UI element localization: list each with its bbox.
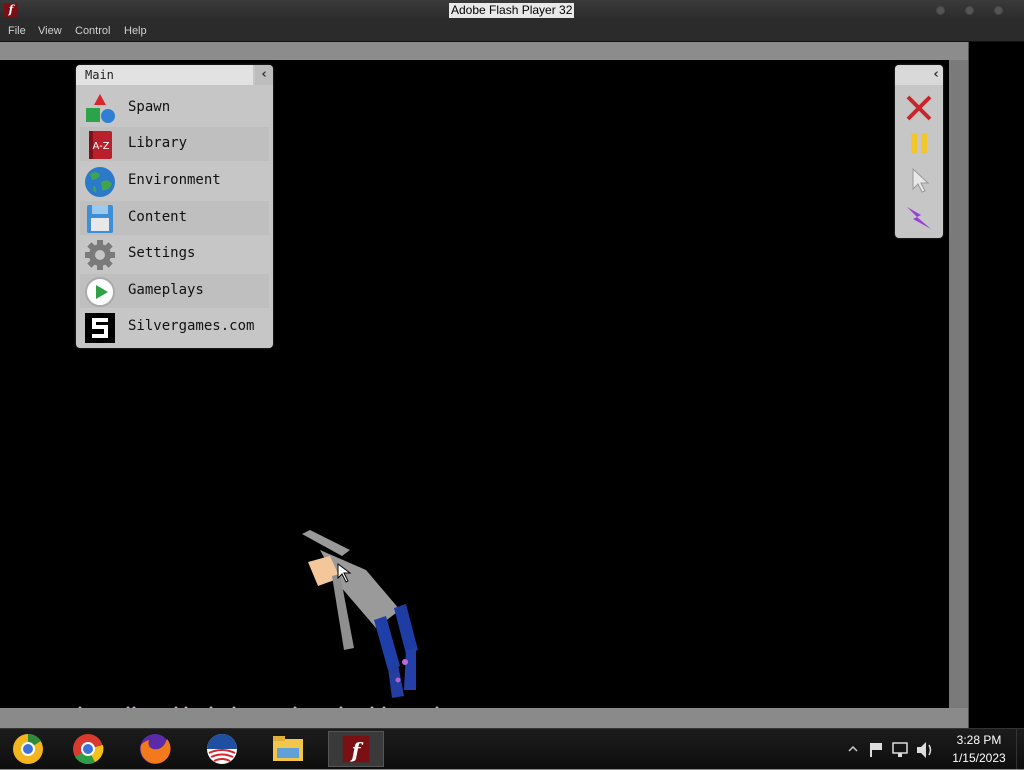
chevron-up-icon bbox=[848, 745, 858, 752]
ragdoll-figure[interactable] bbox=[280, 520, 440, 708]
chrome-canary-icon[interactable] bbox=[6, 731, 50, 767]
silvergames-logo-icon bbox=[85, 313, 115, 343]
clock-time[interactable]: 3:28 PM bbox=[948, 733, 1010, 747]
cursor-icon[interactable] bbox=[903, 165, 935, 197]
chrome-icon[interactable] bbox=[66, 731, 110, 767]
flash-app-icon: f bbox=[4, 3, 18, 17]
maximize-button[interactable] bbox=[965, 6, 974, 15]
lightning-icon[interactable] bbox=[903, 201, 935, 233]
play-icon bbox=[85, 277, 115, 307]
menu-item-silvergames[interactable]: Silvergames.com bbox=[80, 310, 269, 344]
gear-icon bbox=[85, 240, 115, 270]
tools-panel: ‹ bbox=[895, 65, 943, 238]
menu-item-label: Silvergames.com bbox=[128, 318, 255, 334]
chevron-left-icon[interactable]: ‹ bbox=[255, 65, 273, 85]
clock-date[interactable]: 1/15/2023 bbox=[948, 751, 1010, 765]
menu-item-gameplays[interactable]: Gameplays bbox=[80, 274, 269, 308]
menu-control[interactable]: Control bbox=[75, 25, 110, 37]
panel-title: Main bbox=[85, 68, 114, 82]
pause-icon[interactable] bbox=[903, 128, 935, 160]
menu-file[interactable]: File bbox=[8, 25, 26, 37]
title-bar[interactable]: f Adobe Flash Player 32 bbox=[0, 0, 1024, 22]
menu-item-label: Spawn bbox=[128, 99, 171, 115]
book-a-z-icon: A-Z bbox=[89, 131, 112, 159]
flash-player-taskbar-button[interactable]: f bbox=[328, 731, 384, 767]
menu-item-label: Library bbox=[128, 135, 188, 151]
close-icon[interactable] bbox=[903, 92, 935, 124]
chevron-left-icon[interactable]: ‹ bbox=[929, 65, 943, 85]
firefox-icon[interactable] bbox=[133, 731, 177, 767]
network-icon bbox=[892, 742, 908, 757]
ground-particles bbox=[78, 706, 439, 708]
floppy-disk-icon bbox=[87, 205, 113, 233]
menu-item-environment[interactable]: Environment bbox=[80, 164, 269, 198]
volume-icon bbox=[917, 742, 932, 758]
stage-border-right bbox=[949, 60, 968, 708]
flag-icon bbox=[870, 743, 882, 757]
menu-item-spawn[interactable]: Spawn bbox=[80, 91, 269, 125]
svg-text:A-Z: A-Z bbox=[92, 141, 109, 152]
menu-item-content[interactable]: Content bbox=[80, 201, 269, 235]
shapes-icon bbox=[86, 94, 115, 123]
obama-icon[interactable] bbox=[200, 731, 244, 767]
show-desktop-button[interactable] bbox=[1016, 729, 1024, 769]
menu-bar: File View Control Help bbox=[0, 22, 1024, 42]
system-tray bbox=[848, 742, 932, 758]
menu-help[interactable]: Help bbox=[124, 25, 147, 37]
window-edge bbox=[968, 42, 1024, 728]
file-explorer-icon[interactable] bbox=[266, 731, 310, 767]
menu-item-label: Environment bbox=[128, 172, 221, 188]
menu-item-label: Gameplays bbox=[128, 282, 204, 298]
menu-item-settings[interactable]: Settings bbox=[80, 237, 269, 271]
globe-icon bbox=[85, 167, 115, 197]
menu-item-library[interactable]: A-Z Library bbox=[80, 127, 269, 161]
main-menu-panel: Main ‹ Spawn A-Z Library Environment Con… bbox=[76, 65, 273, 348]
menu-view[interactable]: View bbox=[38, 25, 62, 37]
stage-border-bottom bbox=[0, 708, 968, 728]
flash-player-icon: f bbox=[342, 735, 370, 763]
window-title: Adobe Flash Player 32 bbox=[449, 3, 575, 18]
panel-header: Main bbox=[76, 65, 253, 85]
menu-item-label: Content bbox=[128, 209, 188, 225]
close-window-button[interactable] bbox=[994, 6, 1003, 15]
taskbar: f 3:28 PM 1/15/2023 bbox=[0, 728, 1024, 769]
menu-item-label: Settings bbox=[128, 245, 196, 261]
minimize-button[interactable] bbox=[936, 6, 945, 15]
